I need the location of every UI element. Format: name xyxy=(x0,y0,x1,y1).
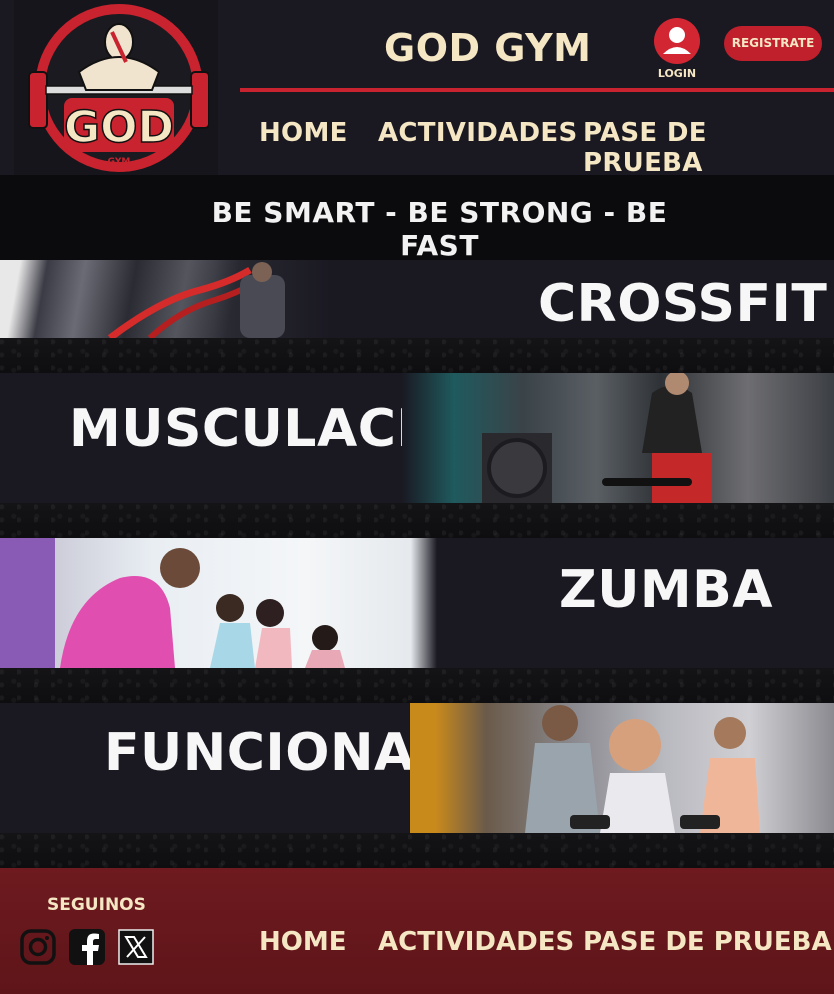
instagram-icon[interactable] xyxy=(20,929,56,965)
rowing-machine-photo xyxy=(402,373,834,503)
login-label: LOGIN xyxy=(657,67,697,80)
site-header: GOD GYM GOD GYM LOGIN REGISTRATE HOME AC… xyxy=(0,0,834,178)
main-nav: HOME ACTIVIDADES PASE DE PRUEBA xyxy=(0,118,834,178)
login-button[interactable]: LOGIN xyxy=(653,18,701,80)
activity-crossfit[interactable]: CROSSFIT xyxy=(0,260,834,338)
footer-nav-actividades[interactable]: ACTIVIDADES xyxy=(378,927,574,957)
activity-funcional[interactable]: FUNCIONAL xyxy=(0,703,834,833)
zumba-class-photo xyxy=(0,538,437,668)
battle-ropes-photo xyxy=(0,260,330,338)
follow-label: SEGUINOS xyxy=(47,895,146,915)
user-icon xyxy=(654,18,700,64)
dumbbell-class-photo xyxy=(410,703,834,833)
activity-title-funcional: FUNCIONAL xyxy=(104,723,449,783)
activity-zumba[interactable]: ZUMBA xyxy=(0,538,834,668)
footer-nav-home[interactable]: HOME xyxy=(259,927,347,957)
nav-pase-de-prueba[interactable]: PASE DE PRUEBA xyxy=(583,118,834,178)
texture-divider xyxy=(0,668,834,703)
nav-actividades[interactable]: ACTIVIDADES xyxy=(378,118,577,148)
nav-home[interactable]: HOME xyxy=(259,118,348,148)
texture-divider xyxy=(0,833,834,868)
texture-divider xyxy=(0,503,834,538)
register-button[interactable]: REGISTRATE xyxy=(724,26,822,61)
activity-musculacion[interactable]: MUSCULACION xyxy=(0,373,834,503)
brand-title: GOD GYM xyxy=(384,26,592,70)
logo-subtext: GYM xyxy=(108,157,131,167)
x-icon[interactable] xyxy=(118,929,154,965)
facebook-icon[interactable] xyxy=(69,929,105,965)
header-divider xyxy=(240,88,834,92)
texture-divider xyxy=(0,338,834,373)
activity-title-crossfit: CROSSFIT xyxy=(538,274,828,334)
footer-nav-pase-de-prueba[interactable]: PASE DE PRUEBA xyxy=(583,927,832,957)
tagline: BE SMART - BE STRONG - BE FAST xyxy=(197,196,682,265)
activity-title-zumba: ZUMBA xyxy=(559,560,774,620)
